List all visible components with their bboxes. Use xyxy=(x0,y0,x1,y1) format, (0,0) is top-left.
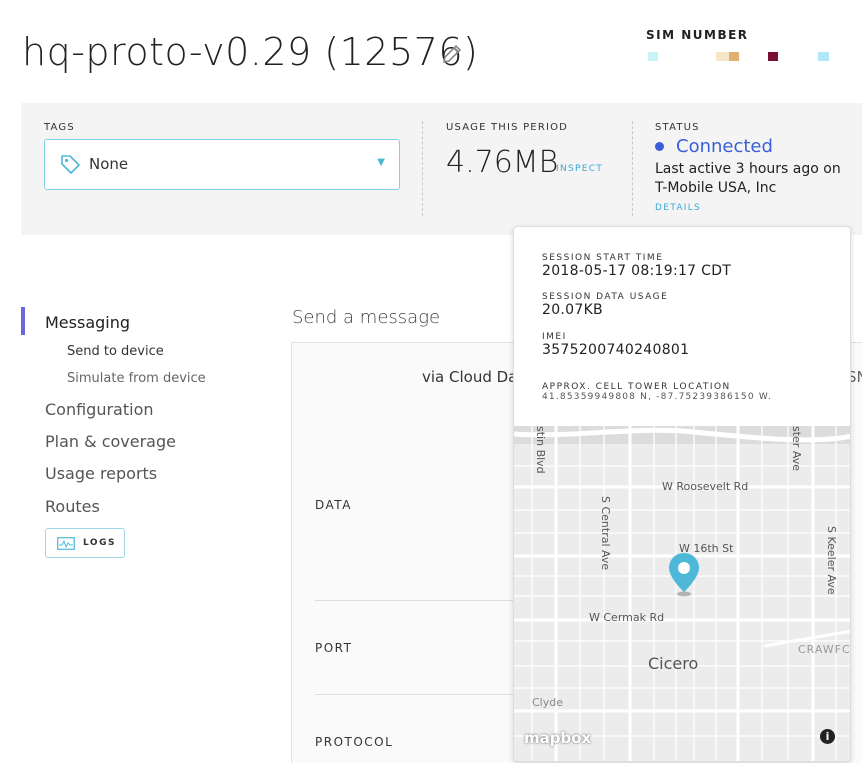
data-label: DATA xyxy=(315,498,352,512)
usage-value: 4.76MB xyxy=(446,145,559,180)
mapbox-logo[interactable]: mapbox xyxy=(524,729,591,747)
send-message-title: Send a message xyxy=(292,307,441,328)
tower-location-label: APPROX. CELL TOWER LOCATION xyxy=(542,382,731,392)
logs-button[interactable]: LOGS xyxy=(45,528,125,558)
subnav-simulate-from-device[interactable]: Simulate from device xyxy=(67,371,206,386)
row-divider xyxy=(315,600,515,601)
street-label: Clyde xyxy=(532,696,563,709)
inspect-link[interactable]: INSPECT xyxy=(556,164,603,174)
nav-messaging[interactable]: Messaging xyxy=(45,313,130,332)
session-start-value: 2018-05-17 08:19:17 CDT xyxy=(542,263,732,279)
city-label: Cicero xyxy=(648,654,699,673)
nav-usage-reports[interactable]: Usage reports xyxy=(45,464,157,483)
session-details-popover: SESSION START TIME 2018-05-17 08:19:17 C… xyxy=(513,226,851,762)
sim-number-label: SIM NUMBER xyxy=(646,28,749,42)
chevron-down-icon: ▼ xyxy=(377,157,385,168)
imei-label: IMEI xyxy=(542,332,567,342)
street-label: W Cermak Rd xyxy=(589,611,665,624)
sim-swatch-3 xyxy=(729,52,739,61)
session-start-label: SESSION START TIME xyxy=(542,253,664,263)
nav-routes[interactable]: Routes xyxy=(45,497,100,516)
tags-dropdown[interactable]: None ▼ xyxy=(44,139,400,190)
port-label: PORT xyxy=(315,641,353,655)
status-value: Connected xyxy=(676,136,773,157)
tag-icon xyxy=(61,155,80,174)
status-label: STATUS xyxy=(655,122,700,133)
session-usage-value: 20.07KB xyxy=(542,302,603,318)
sim-swatch-2 xyxy=(716,52,730,61)
sim-swatch-1 xyxy=(648,52,658,61)
via-cloud-tab[interactable]: via Cloud Da xyxy=(422,368,517,386)
logs-label: LOGS xyxy=(83,538,116,548)
device-title: hq-proto-v0.29 (12576) xyxy=(22,30,479,74)
session-usage-label: SESSION DATA USAGE xyxy=(542,292,669,302)
status-dot-icon xyxy=(655,142,664,151)
usage-label: USAGE THIS PERIOD xyxy=(446,122,569,133)
pencil-icon[interactable] xyxy=(440,42,464,66)
sim-swatch-4 xyxy=(768,52,778,61)
nav-configuration[interactable]: Configuration xyxy=(45,400,154,419)
active-nav-indicator xyxy=(21,307,25,335)
imei-value: 3575200740240801 xyxy=(542,342,690,358)
location-pin-icon xyxy=(669,553,699,597)
street-label: stin Blvd xyxy=(534,426,547,474)
street-label: W Roosevelt Rd xyxy=(662,480,749,493)
device-info-bar: TAGS None ▼ USAGE THIS PERIOD 4.76MB INS… xyxy=(21,103,862,235)
divider xyxy=(632,121,633,216)
details-link[interactable]: DETAILS xyxy=(655,203,701,213)
info-icon[interactable]: i xyxy=(820,729,835,744)
tags-value: None xyxy=(89,155,129,173)
divider xyxy=(422,121,423,216)
tags-label: TAGS xyxy=(44,122,75,133)
subnav-send-to-device[interactable]: Send to device xyxy=(67,344,164,359)
cell-tower-map[interactable]: W Roosevelt Rd W 16th St W Cermak Rd S C… xyxy=(514,426,851,761)
street-label: ster Ave xyxy=(790,426,803,471)
row-divider xyxy=(315,694,515,695)
street-label: S Keeler Ave xyxy=(825,526,838,595)
sim-swatch-5 xyxy=(818,52,829,61)
tower-location-value: 41.85359949808 N, -87.75239386150 W. xyxy=(542,392,772,402)
street-label: S Central Ave xyxy=(599,496,612,571)
nav-plan-coverage[interactable]: Plan & coverage xyxy=(45,432,176,451)
last-active-text: Last active 3 hours ago on T-Mobile USA,… xyxy=(655,161,841,196)
logs-icon xyxy=(57,537,75,550)
protocol-label: PROTOCOL xyxy=(315,735,394,749)
street-label: CRAWFC xyxy=(798,643,851,656)
